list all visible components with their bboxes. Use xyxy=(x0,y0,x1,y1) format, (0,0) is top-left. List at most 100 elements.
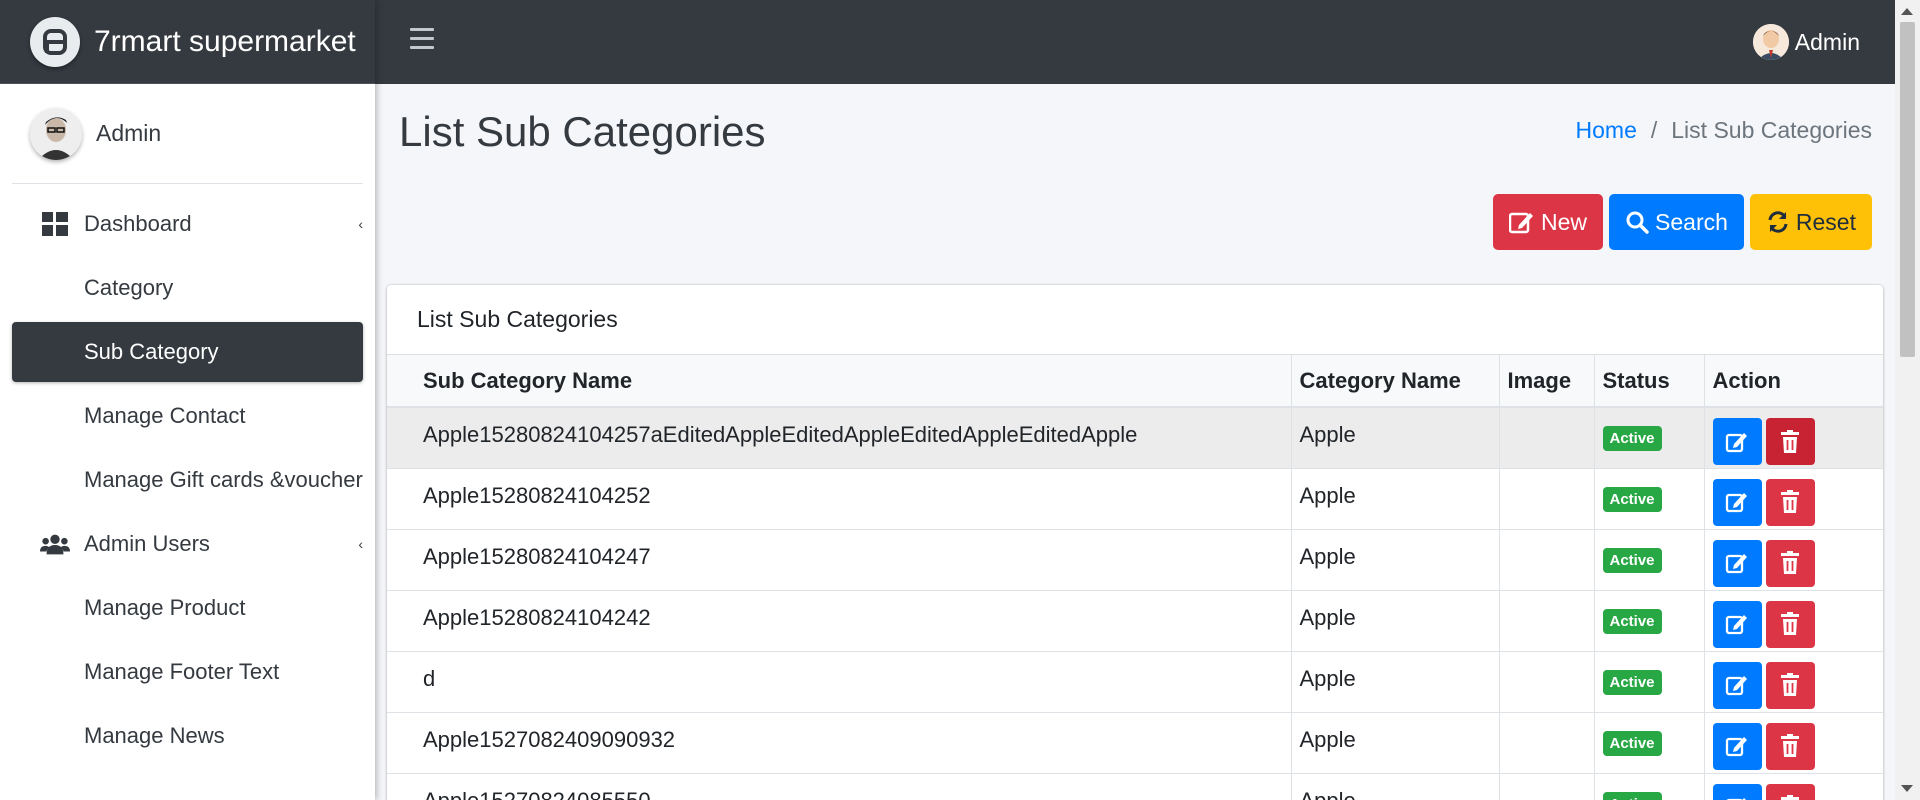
status-cell: Active xyxy=(1594,650,1705,712)
image-cell xyxy=(1499,772,1595,800)
trash-icon xyxy=(1780,734,1800,758)
edit-button[interactable] xyxy=(1712,478,1762,526)
status-cell: Active xyxy=(1594,589,1705,651)
trash-icon xyxy=(1780,429,1800,454)
category-name-cell: Apple xyxy=(1291,650,1500,712)
edit-button[interactable] xyxy=(1712,418,1762,465)
scroll-up-arrow-icon[interactable] xyxy=(1901,8,1913,15)
sidebar-item-manage-footer-text[interactable]: Manage Footer Text xyxy=(12,642,363,702)
edit-button[interactable] xyxy=(1712,539,1762,587)
status-badge[interactable]: Active xyxy=(1602,547,1662,573)
page-scrollbar[interactable] xyxy=(1895,0,1920,800)
brand-logo-icon xyxy=(30,16,80,67)
image-cell xyxy=(1499,589,1595,651)
sidebar-item-manage-contact[interactable]: Manage Contact xyxy=(12,386,363,446)
delete-button[interactable] xyxy=(1765,600,1815,648)
breadcrumb: Home / List Sub Categories xyxy=(1576,117,1872,144)
sidebar-item-manage-gift-cards[interactable]: Manage Gift cards &voucher xyxy=(12,450,363,510)
sub-categories-card: List Sub Categories Sub Category Name Ca… xyxy=(387,285,1883,800)
trash-icon xyxy=(1780,795,1800,800)
status-badge[interactable]: Active xyxy=(1602,426,1662,451)
status-badge[interactable]: Active xyxy=(1602,730,1662,756)
refresh-icon xyxy=(1768,211,1788,233)
delete-button[interactable] xyxy=(1765,418,1815,465)
action-cell xyxy=(1704,589,1883,651)
breadcrumb-home-link[interactable]: Home xyxy=(1576,117,1637,144)
status-badge[interactable]: Active xyxy=(1602,608,1662,634)
scrollbar-thumb[interactable] xyxy=(1900,22,1915,357)
column-header[interactable]: Status xyxy=(1594,355,1705,408)
delete-button[interactable] xyxy=(1765,539,1815,587)
sidebar-item-dashboard[interactable]: Dashboard ‹ xyxy=(12,194,363,254)
delete-button[interactable] xyxy=(1765,661,1815,709)
brand-link[interactable]: 7rmart supermarket xyxy=(0,0,375,84)
sub-categories-table: Sub Category Name Category Name Image St… xyxy=(387,355,1883,800)
action-cell xyxy=(1704,406,1883,468)
image-cell xyxy=(1499,467,1595,529)
delete-button[interactable] xyxy=(1765,478,1815,526)
sidebar-item-label: Manage Footer Text xyxy=(84,659,280,684)
edit-icon xyxy=(1725,551,1749,575)
reset-button[interactable]: Reset xyxy=(1749,194,1872,250)
edit-icon xyxy=(1725,734,1749,758)
edit-icon xyxy=(1725,795,1749,800)
sidebar-item-label: Admin Users xyxy=(84,531,210,556)
sub-category-name-cell: d xyxy=(387,650,1292,712)
user-avatar-icon xyxy=(1752,24,1789,60)
user-menu[interactable]: Admin xyxy=(1752,24,1860,60)
edit-icon xyxy=(1509,212,1534,234)
category-name-cell: Apple xyxy=(1291,772,1500,800)
edit-button[interactable] xyxy=(1712,600,1762,648)
category-name-cell: Apple xyxy=(1291,406,1500,468)
top-navbar: Admin xyxy=(375,0,1895,84)
status-cell: Active xyxy=(1594,406,1705,468)
column-header[interactable]: Category Name xyxy=(1291,355,1500,408)
table-row: Apple1527082409090932 Apple Active xyxy=(387,711,1883,773)
sidebar-item-category[interactable]: Category xyxy=(12,258,363,318)
status-cell: Active xyxy=(1594,711,1705,773)
trash-icon xyxy=(1780,551,1800,575)
trash-icon xyxy=(1780,673,1800,697)
edit-button[interactable] xyxy=(1712,722,1762,770)
menu-toggle-icon[interactable] xyxy=(410,28,434,50)
reset-button-label: Reset xyxy=(1795,208,1856,235)
edit-button[interactable] xyxy=(1712,783,1762,800)
sub-category-name-cell: Apple15270824085550 xyxy=(387,772,1292,800)
user-panel[interactable]: Admin xyxy=(12,84,363,184)
edit-icon xyxy=(1725,673,1749,697)
column-header[interactable]: Image xyxy=(1499,355,1595,408)
edit-icon xyxy=(1725,430,1749,454)
sidebar-item-admin-users[interactable]: Admin Users ‹ xyxy=(12,514,363,574)
action-cell xyxy=(1704,528,1883,590)
new-button[interactable]: New xyxy=(1493,194,1604,250)
search-button[interactable]: Search xyxy=(1609,194,1744,250)
sidebar-item-label: Manage News xyxy=(84,723,225,748)
sidebar-item-label: Category xyxy=(84,275,174,300)
card-title: List Sub Categories xyxy=(387,285,1883,355)
breadcrumb-current: List Sub Categories xyxy=(1671,117,1872,143)
sidebar-item-manage-news[interactable]: Manage News xyxy=(12,706,363,766)
image-cell xyxy=(1499,650,1595,712)
edit-icon xyxy=(1725,612,1749,636)
column-header[interactable]: Sub Category Name xyxy=(387,355,1292,408)
sub-category-name-cell: Apple15280824104247 xyxy=(387,528,1292,590)
edit-button[interactable] xyxy=(1712,661,1762,709)
status-badge[interactable]: Active xyxy=(1602,791,1662,800)
topbar-user-name: Admin xyxy=(1794,28,1860,55)
status-badge[interactable]: Active xyxy=(1602,669,1662,695)
delete-button[interactable] xyxy=(1765,722,1815,770)
sub-category-name-cell: Apple15280824104252 xyxy=(387,467,1292,529)
category-name-cell: Apple xyxy=(1291,711,1500,773)
table-row: Apple15280824104247 Apple Active xyxy=(387,528,1883,590)
scroll-down-arrow-icon[interactable] xyxy=(1901,785,1913,792)
sidebar-item-label: Manage Product xyxy=(84,595,246,620)
sidebar-item-label: Sub Category xyxy=(84,339,219,364)
sidebar-item-manage-product[interactable]: Manage Product xyxy=(12,578,363,638)
sidebar-item-label: Manage Gift cards &voucher xyxy=(84,467,363,492)
status-badge[interactable]: Active xyxy=(1602,486,1662,512)
toolbar: New Search Reset xyxy=(1493,194,1872,250)
new-button-label: New xyxy=(1541,208,1588,235)
sidebar-item-sub-category[interactable]: Sub Category xyxy=(12,322,363,382)
table-row: d Apple Active xyxy=(387,650,1883,712)
delete-button[interactable] xyxy=(1765,783,1815,800)
